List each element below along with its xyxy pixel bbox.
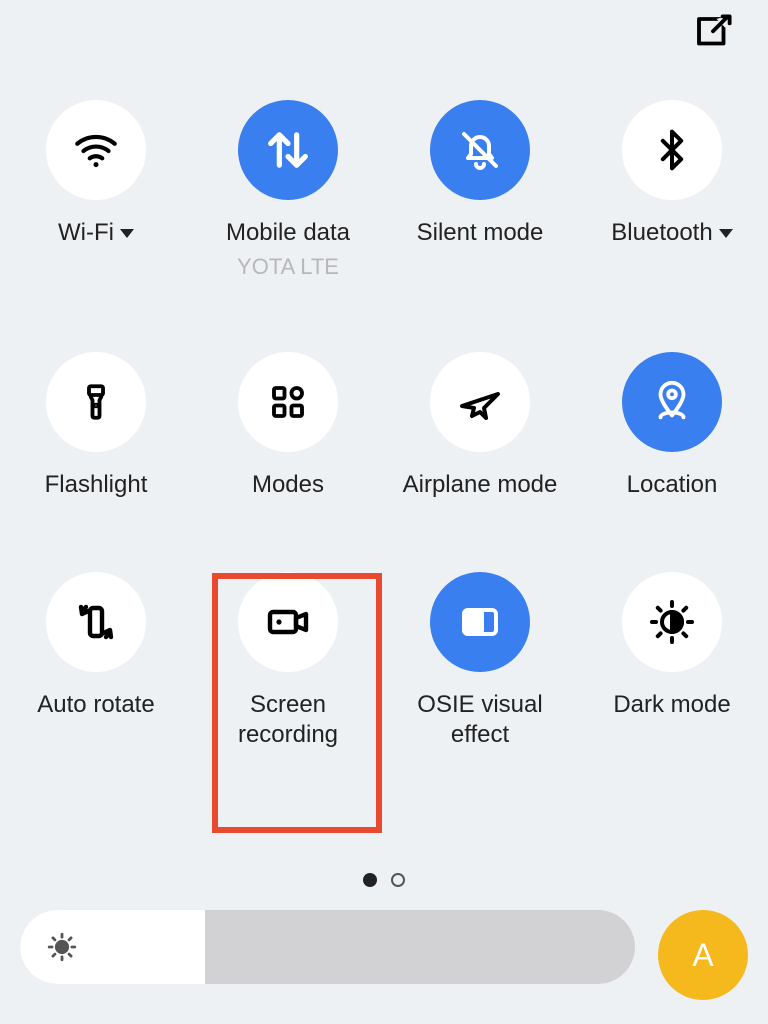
location-icon <box>649 379 695 425</box>
data-arrows-icon <box>262 124 314 176</box>
edit-icon <box>692 12 734 54</box>
quick-settings-panel: Wi-Fi Mobile data YOTA LTE Silent mode B… <box>0 0 768 1024</box>
tile-label: Modes <box>252 470 324 500</box>
page-indicator[interactable] <box>0 873 768 887</box>
auto-brightness-label: A <box>692 937 713 974</box>
tile-modes[interactable]: Modes <box>192 352 384 500</box>
tile-bluetooth-toggle[interactable] <box>622 100 722 200</box>
tile-dark-mode[interactable]: Dark mode <box>576 572 768 750</box>
edit-tiles-button[interactable] <box>692 12 734 54</box>
brightness-low-icon <box>45 930 79 964</box>
tile-osie-visual-effect[interactable]: OSIE visual effect <box>384 572 576 750</box>
tile-mobile-data-toggle[interactable] <box>238 100 338 200</box>
tile-airplane-toggle[interactable] <box>430 352 530 452</box>
bell-off-icon <box>456 126 504 174</box>
tile-label: Silent mode <box>417 218 544 248</box>
tiles-grid: Wi-Fi Mobile data YOTA LTE Silent mode B… <box>0 100 768 750</box>
osie-icon <box>456 598 504 646</box>
chevron-down-icon <box>120 229 134 238</box>
tile-label: Bluetooth <box>611 218 732 248</box>
modes-icon <box>267 381 309 423</box>
tile-label: Flashlight <box>45 470 148 500</box>
tile-wifi-toggle[interactable] <box>46 100 146 200</box>
tile-silent-mode[interactable]: Silent mode <box>384 100 576 280</box>
page-dot <box>391 873 405 887</box>
auto-brightness-button[interactable]: A <box>658 910 748 1000</box>
tile-mobile-data[interactable]: Mobile data YOTA LTE <box>192 100 384 280</box>
brightness-track[interactable] <box>20 910 635 984</box>
tile-wifi[interactable]: Wi-Fi <box>0 100 192 280</box>
tile-label: Wi-Fi <box>58 218 134 248</box>
tile-flashlight-toggle[interactable] <box>46 352 146 452</box>
flashlight-icon <box>75 381 117 423</box>
wifi-icon <box>71 125 121 175</box>
tile-label: Location <box>627 470 718 500</box>
tile-location-toggle[interactable] <box>622 352 722 452</box>
tile-label: Screen recording <box>213 690 363 750</box>
bluetooth-icon <box>650 128 694 172</box>
tile-screen-recording[interactable]: Screen recording <box>192 572 384 750</box>
tile-bluetooth[interactable]: Bluetooth <box>576 100 768 280</box>
tile-sublabel: YOTA LTE <box>237 254 339 280</box>
screen-record-icon <box>264 598 312 646</box>
tile-label: OSIE visual effect <box>405 690 555 750</box>
tile-osie-toggle[interactable] <box>430 572 530 672</box>
tile-location[interactable]: Location <box>576 352 768 500</box>
tile-modes-toggle[interactable] <box>238 352 338 452</box>
tile-label: Mobile data <box>226 218 350 248</box>
dark-mode-icon <box>648 598 696 646</box>
tile-silent-toggle[interactable] <box>430 100 530 200</box>
chevron-down-icon <box>719 229 733 238</box>
brightness-slider[interactable] <box>20 910 635 984</box>
tile-label: Auto rotate <box>37 690 154 720</box>
tile-flashlight[interactable]: Flashlight <box>0 352 192 500</box>
page-dot-current <box>363 873 377 887</box>
tile-dark-mode-toggle[interactable] <box>622 572 722 672</box>
tile-label: Airplane mode <box>403 470 558 500</box>
tile-auto-rotate-toggle[interactable] <box>46 572 146 672</box>
tile-screen-recording-toggle[interactable] <box>238 572 338 672</box>
tile-auto-rotate[interactable]: Auto rotate <box>0 572 192 750</box>
rotate-icon <box>72 598 120 646</box>
airplane-icon <box>456 378 504 426</box>
tile-airplane-mode[interactable]: Airplane mode <box>384 352 576 500</box>
tile-label: Dark mode <box>613 690 730 720</box>
